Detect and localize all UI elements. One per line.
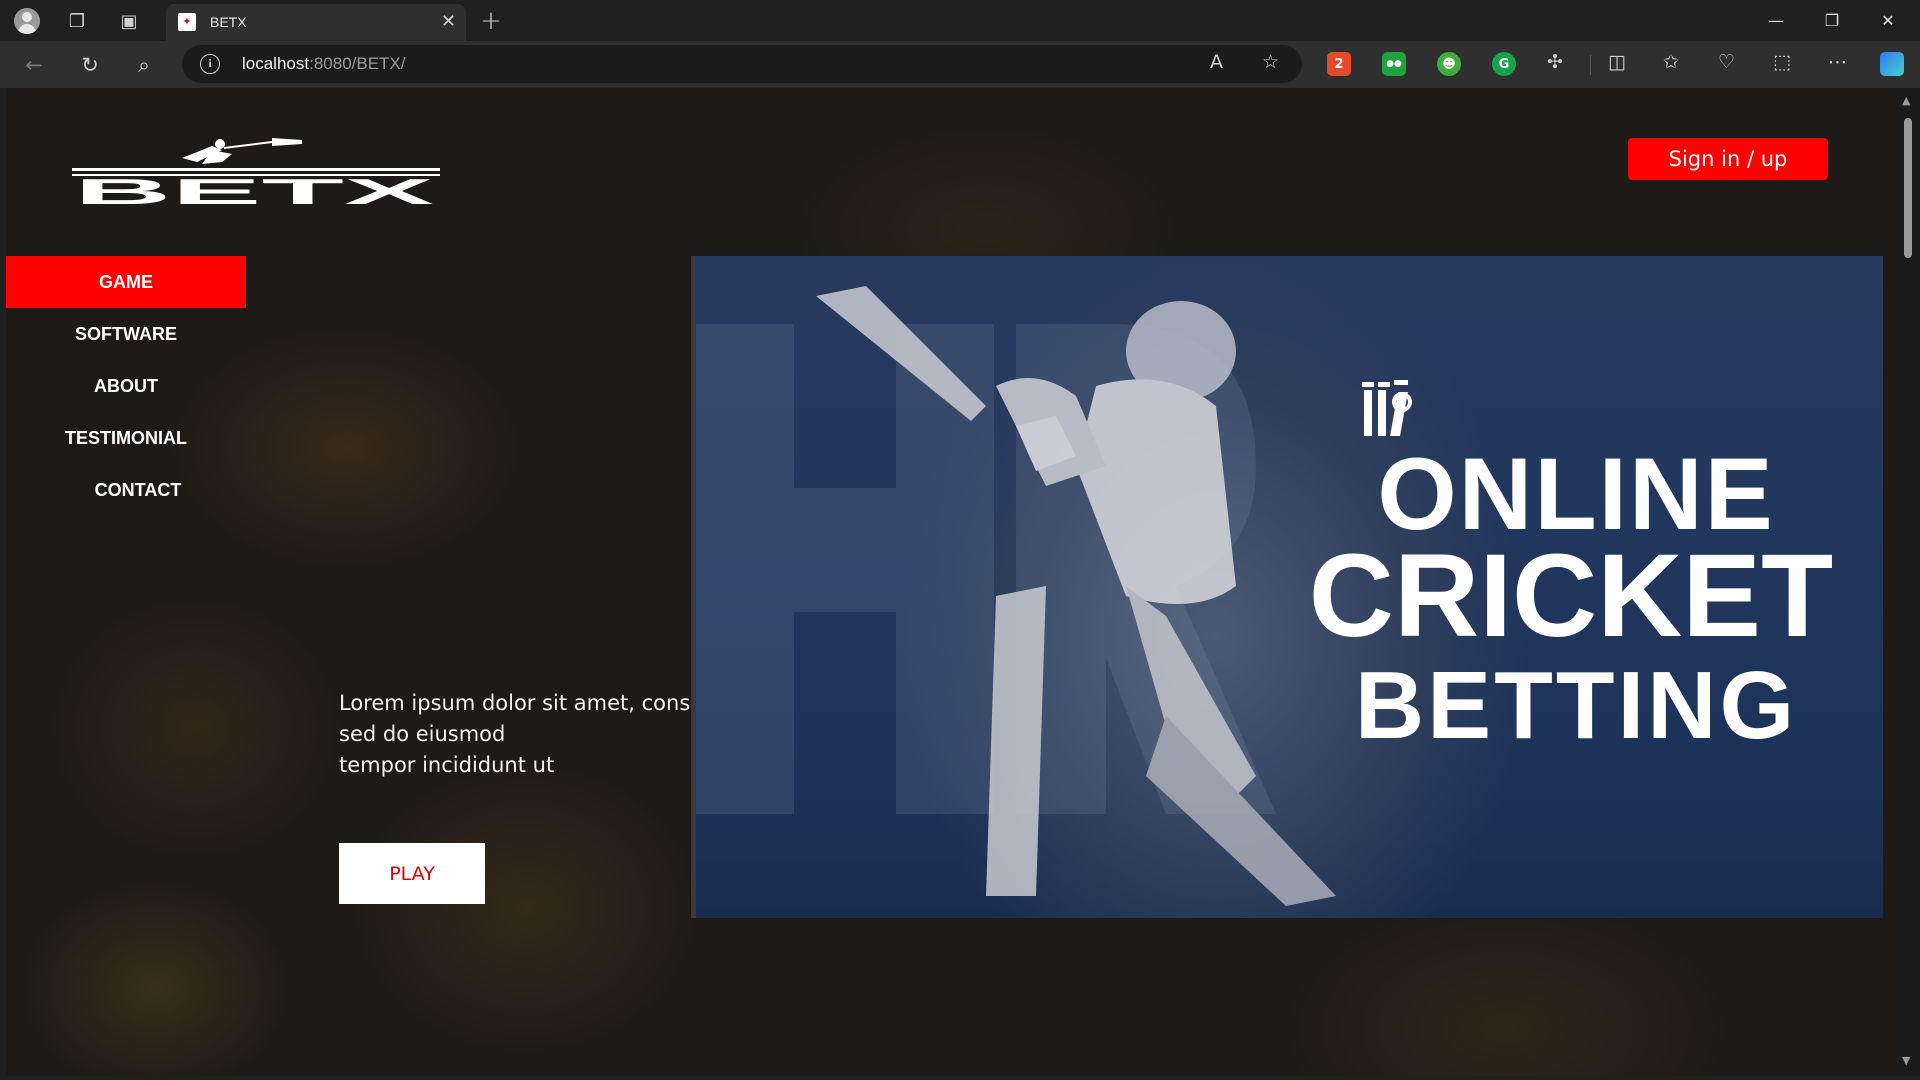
read-aloud-icon[interactable]: A [1210,51,1223,73]
browser-essentials-icon[interactable]: ♡ [1718,51,1735,73]
workspaces-icon[interactable]: ❐ [62,6,92,36]
scroll-up-icon[interactable]: ▲ [1902,94,1910,107]
favorites-icon[interactable]: ✩ [1663,51,1679,73]
nav-item-about[interactable]: ABOUT [6,360,246,412]
play-button[interactable]: PLAY [339,843,485,904]
hero-description: Lorem ipsum dolor sit amet, cons sed do … [339,688,699,781]
hero-line: sed do eiusmod [339,722,506,746]
reload-icon[interactable]: ↻ [74,50,106,80]
banner-title-line1: ONLINE [1377,437,1775,551]
screenshot-icon[interactable]: ⬚ [1773,51,1791,73]
address-bar[interactable]: i localhost:8080/BETX/ A ☆ [182,45,1302,83]
vertical-tabs-icon[interactable]: ▣ [114,6,144,36]
extension-icon[interactable]: 2 [1327,52,1351,76]
split-screen-icon[interactable]: ◫ [1608,51,1626,73]
scrollbar-thumb[interactable] [1904,118,1912,258]
hero-line: Lorem ipsum dolor sit amet, cons [339,691,691,715]
copilot-icon[interactable] [1880,52,1904,76]
address-url[interactable]: localhost:8080/BETX/ [242,54,406,74]
tab-close-icon[interactable]: ✕ [441,11,456,32]
new-tab-icon[interactable]: + [476,6,506,36]
banner-title-line2: CRICKET [1308,530,1834,662]
betx-logo[interactable]: BETX [72,128,442,212]
logo-text: BETX [74,171,434,208]
extension-icon[interactable]: ☻ [1437,52,1461,76]
side-navigation: GAME SOFTWARE ABOUT TESTIMONIAL CONTACT [6,256,246,516]
nav-item-software[interactable]: SOFTWARE [6,308,246,360]
extension-icon[interactable]: ●● [1382,52,1406,76]
more-menu-icon[interactable]: ⋯ [1828,51,1847,73]
browser-toolbar: ← ↻ ⌕ i localhost:8080/BETX/ A ☆ 2 ●● ☻ … [0,41,1920,88]
hero-line: tempor incididunt ut [339,753,555,777]
page-viewport: BETX Sign in / up GAME SOFTWARE ABOUT TE… [6,88,1896,1076]
favorite-star-icon[interactable]: ☆ [1262,51,1279,73]
scroll-down-icon[interactable]: ▼ [1902,1054,1910,1067]
browser-titlebar: ❐ ▣ ✦ BETX ✕ + — ❐ ✕ [0,0,1920,41]
hero-banner-image: ONLINE CRICKET BETTING [691,256,1883,918]
restore-icon[interactable]: ❐ [1804,4,1860,36]
logo-graphic: BETX [72,138,440,212]
tab-favicon-icon: ✦ [178,13,196,31]
window-close-icon[interactable]: ✕ [1860,4,1916,36]
nav-item-testimonial[interactable]: TESTIMONIAL [6,412,246,464]
profile-avatar-icon[interactable] [12,6,42,36]
minimize-icon[interactable]: — [1748,4,1804,36]
extensions-puzzle-icon[interactable]: ✣ [1547,51,1563,73]
nav-item-game[interactable]: GAME [6,256,246,308]
banner-title-line3: BETTING [1354,652,1798,759]
browser-tab-active[interactable]: ✦ BETX ✕ [166,4,466,41]
page-scrollbar[interactable]: ▲ ▼ [1896,88,1920,1076]
nav-item-contact[interactable]: CONTACT [6,464,246,516]
search-icon[interactable]: ⌕ [128,50,160,80]
site-info-icon[interactable]: i [200,54,220,74]
tab-title: BETX [210,14,247,30]
grammarly-icon[interactable]: G [1492,52,1516,76]
signin-button[interactable]: Sign in / up [1628,138,1828,180]
back-icon[interactable]: ← [18,50,50,80]
